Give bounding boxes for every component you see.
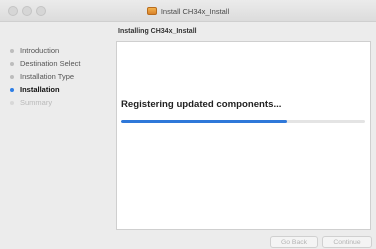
title-bar: Install CH34x_Install (0, 0, 376, 22)
installer-window: Install CH34x_Install Installing CH34x_I… (0, 0, 376, 249)
page-header: Installing CH34x_Install (118, 28, 197, 35)
step-label: Installation Type (20, 72, 75, 81)
step-dot-icon (10, 48, 14, 53)
step-introduction: Introduction (0, 44, 112, 57)
step-dot-icon (10, 74, 14, 79)
step-active-dot-icon (10, 87, 14, 92)
step-dot-icon (10, 100, 14, 105)
install-status-text: Registering updated components... (121, 99, 282, 110)
package-icon (146, 7, 157, 15)
continue-button[interactable]: Continue (322, 236, 372, 248)
step-label: Installation (20, 85, 60, 94)
step-summary: Summary (0, 96, 112, 109)
step-label: Destination Select (20, 59, 81, 68)
step-installation: Installation (0, 83, 112, 96)
window-title-group: Install CH34x_Install (0, 0, 376, 22)
go-back-button[interactable]: Go Back (270, 236, 318, 248)
step-dot-icon (10, 61, 14, 66)
step-label: Summary (20, 98, 53, 107)
progress-fill (121, 120, 287, 123)
step-installation-type: Installation Type (0, 70, 112, 83)
steps-sidebar: Introduction Destination Select Installa… (0, 44, 112, 109)
content-panel: Registering updated components... (116, 41, 371, 230)
install-progress-bar (121, 120, 365, 123)
step-label: Introduction (20, 46, 60, 55)
step-destination-select: Destination Select (0, 57, 112, 70)
window-title: Install CH34x_Install (160, 6, 230, 16)
